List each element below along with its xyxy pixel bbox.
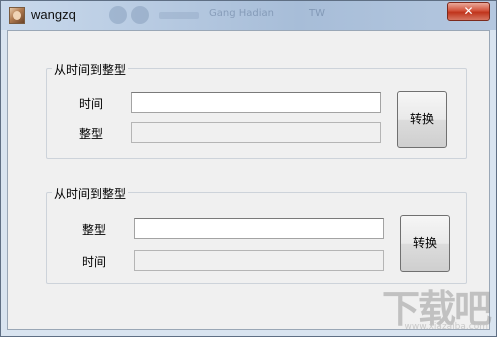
title-bar[interactable]: wangzq Gang Hadian TW ✕ (1, 1, 496, 30)
group-title: 从时间到整型 (52, 185, 129, 202)
int-label: 整型 (82, 223, 107, 237)
app-icon (9, 7, 25, 24)
convert-button[interactable]: 转换 (400, 215, 450, 272)
ghost-title-2: TW (309, 8, 325, 19)
back-arrow-icon (109, 6, 127, 24)
convert-button[interactable]: 转换 (397, 91, 447, 148)
app-window: wangzq Gang Hadian TW ✕ 从时间到整型 时间 整型 转换 … (0, 0, 497, 337)
time-output-field[interactable] (134, 250, 384, 271)
int-to-time-group: 从时间到整型 整型 时间 转换 (46, 185, 467, 284)
background-taskbar-ghost: Gang Hadian TW (109, 5, 369, 26)
close-button[interactable]: ✕ (447, 2, 490, 21)
forward-arrow-icon (131, 6, 149, 24)
site-watermark: 下载吧 www.xiazaiba.com (372, 278, 492, 332)
time-label: 时间 (79, 97, 104, 111)
time-to-int-group: 从时间到整型 时间 整型 转换 (46, 61, 467, 159)
watermark-url: www.xiazaiba.com (404, 322, 488, 332)
time-label: 时间 (82, 255, 107, 269)
window-title: wangzq (31, 7, 76, 22)
group-title: 从时间到整型 (52, 61, 129, 78)
int-label: 整型 (79, 127, 104, 141)
int-input[interactable] (134, 218, 384, 239)
int-output-field[interactable] (131, 122, 381, 143)
ghost-title-1: Gang Hadian (209, 8, 274, 19)
time-input[interactable] (131, 92, 381, 113)
